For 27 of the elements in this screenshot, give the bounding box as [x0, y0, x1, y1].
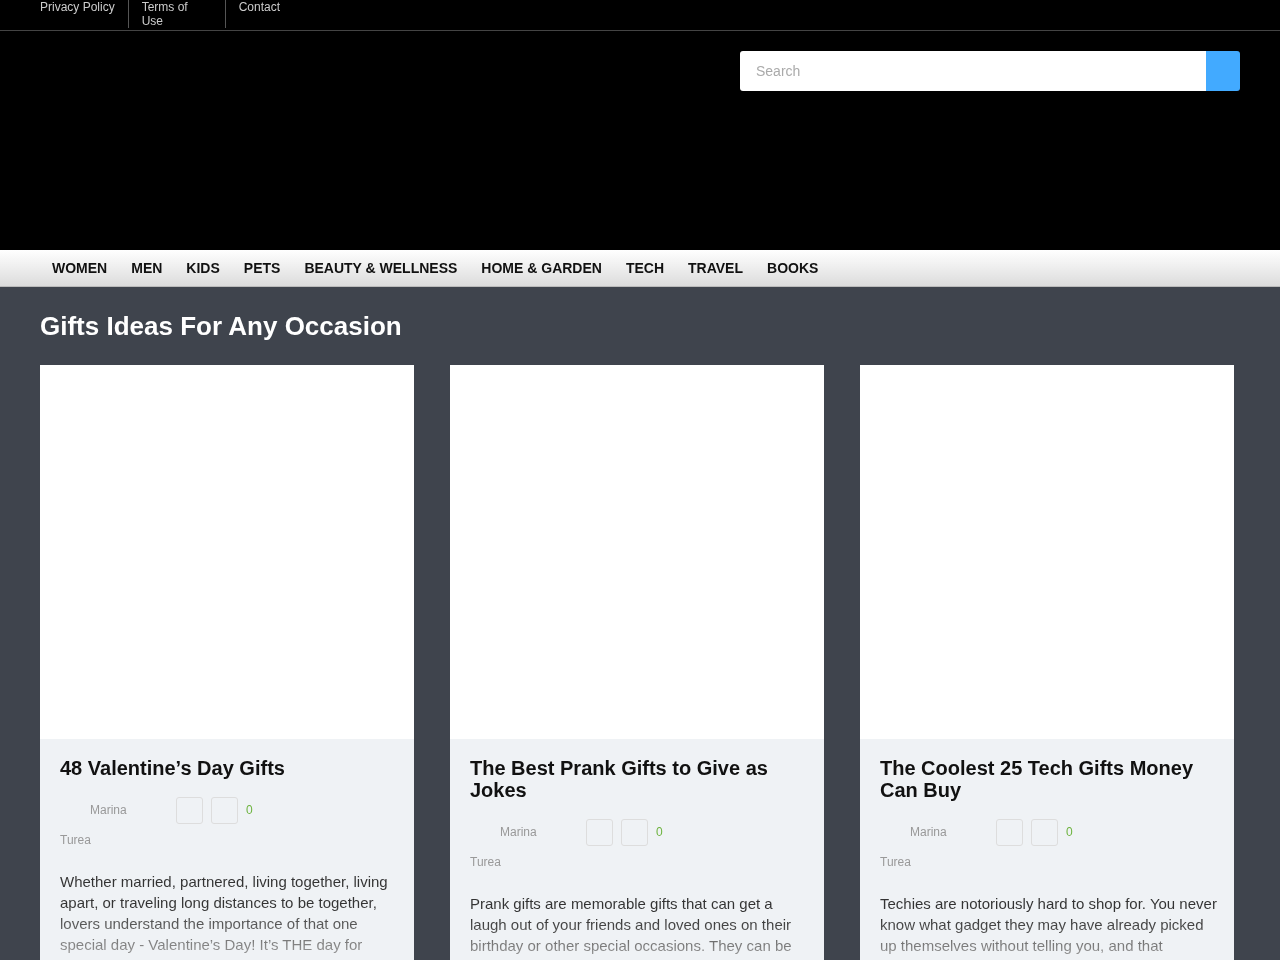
share-button[interactable]: [211, 796, 238, 824]
share-button[interactable]: [1031, 818, 1058, 846]
share-count: 0: [1066, 824, 1073, 841]
nav-link[interactable]: KIDS: [174, 257, 232, 279]
nav-link[interactable]: BOOKS: [755, 257, 831, 279]
nav-link[interactable]: PETS: [231, 257, 293, 279]
search-field[interactable]: Search: [740, 51, 1206, 91]
share-button[interactable]: [996, 818, 1023, 846]
share-button[interactable]: [621, 818, 648, 846]
search-button[interactable]: [1206, 51, 1240, 91]
article-title[interactable]: The Best Prank Gifts to Give as Jokes: [470, 757, 804, 801]
article-title[interactable]: 48 Valentine’s Day Gifts: [60, 757, 394, 779]
page-heading: Gifts Ideas For Any Occasion: [40, 311, 402, 341]
top-link[interactable]: Contact: [238, 0, 281, 14]
share-count: 0: [656, 824, 663, 841]
share-count: 0: [246, 802, 253, 819]
nav-link[interactable]: TRAVEL: [676, 257, 755, 279]
top-link[interactable]: Terms of Use: [141, 0, 212, 28]
top-link[interactable]: Privacy Policy: [40, 0, 115, 14]
nav-link[interactable]: HOME & GARDEN: [469, 257, 614, 279]
nav-link[interactable]: TECH: [613, 257, 677, 279]
share-button[interactable]: [586, 818, 613, 846]
nav-link[interactable]: WOMEN: [40, 257, 120, 279]
share-button[interactable]: [176, 796, 203, 824]
nav-link[interactable]: BEAUTY & WELLNESS: [292, 257, 470, 279]
nav-link[interactable]: MEN: [119, 257, 175, 279]
article-title[interactable]: The Coolest 25 Tech Gifts Money Can Buy: [880, 757, 1214, 801]
